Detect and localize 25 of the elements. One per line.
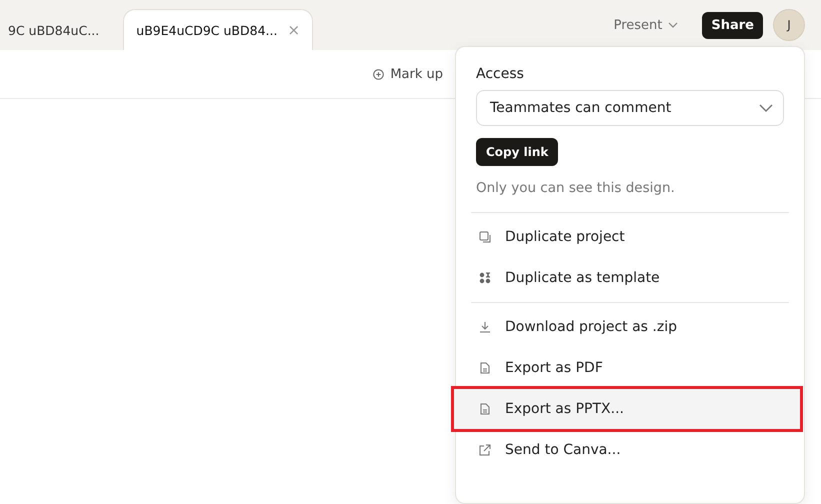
mark-up-button[interactable]: Mark up bbox=[367, 66, 449, 82]
tab[interactable]: uB9E4uCD9C uBD84... × bbox=[123, 9, 314, 50]
access-dropdown[interactable]: Teammates can comment bbox=[476, 90, 784, 126]
external-link-icon bbox=[479, 444, 491, 456]
menu-item[interactable]: Duplicate as template bbox=[471, 258, 789, 298]
menu-item[interactable]: Send to Canva... bbox=[471, 430, 789, 470]
menu-item[interactable]: Duplicate project bbox=[471, 217, 789, 257]
chevron-down-icon bbox=[668, 22, 678, 28]
comment-plus-icon bbox=[373, 68, 384, 80]
tab[interactable]: 9C uBD84uC... bbox=[0, 10, 112, 50]
user-avatar[interactable]: J bbox=[773, 9, 805, 41]
menu-item[interactable]: Export as PPTX... bbox=[454, 389, 800, 429]
chevron-down-icon bbox=[759, 104, 773, 112]
menu-item[interactable]: Export as PDF bbox=[471, 348, 789, 388]
copy-link-button[interactable]: Copy link bbox=[476, 138, 558, 166]
menu-item[interactable]: Download project as .zip bbox=[471, 307, 789, 347]
share-button[interactable]: Share bbox=[702, 12, 763, 38]
copy-icon bbox=[479, 231, 491, 243]
template-icon bbox=[479, 272, 491, 284]
download-icon bbox=[479, 321, 491, 333]
visibility-note: Only you can see this design. bbox=[476, 180, 676, 196]
present-button[interactable]: Present bbox=[608, 16, 684, 34]
document-icon bbox=[479, 403, 491, 415]
document-icon bbox=[479, 362, 491, 374]
section-title: Access bbox=[476, 66, 525, 82]
